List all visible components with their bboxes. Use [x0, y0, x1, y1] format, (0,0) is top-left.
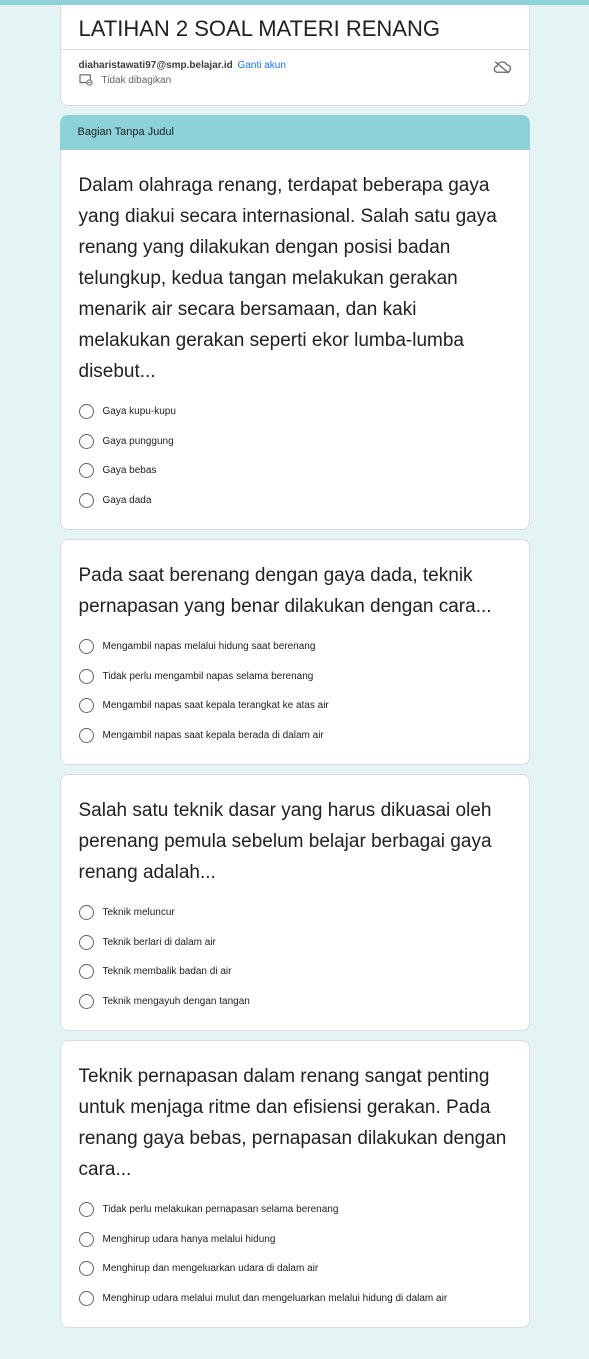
option-label[interactable]: Mengambil napas melalui hidung saat bere…: [103, 641, 316, 652]
option-label[interactable]: Menghirup udara hanya melalui hidung: [103, 1234, 276, 1245]
option-label[interactable]: Tidak perlu melakukan pernapasan selama …: [103, 1204, 339, 1215]
question-text: Pada saat berenang dengan gaya dada, tek…: [78, 565, 492, 617]
radio-button[interactable]: [78, 905, 94, 921]
question-card: Teknik pernapasan dalam renang sangat pe…: [59, 1040, 530, 1328]
radio-button[interactable]: [78, 1231, 94, 1247]
option-label[interactable]: Teknik membalik badan di air: [103, 966, 232, 977]
option-label[interactable]: Gaya punggung: [103, 436, 174, 447]
option-label[interactable]: Gaya bebas: [103, 465, 157, 476]
switch-account-link[interactable]: Ganti akun: [238, 60, 286, 71]
option-row[interactable]: Tidak perlu mengambil napas selama beren…: [78, 662, 511, 692]
option-label[interactable]: Gaya dada: [103, 495, 152, 506]
option-row[interactable]: Teknik berlari di dalam air: [78, 928, 511, 958]
option-row[interactable]: Gaya dada: [78, 486, 511, 516]
form-container: LATIHAN 2 SOAL MATERI RENANG diaharistaw…: [59, 5, 530, 1328]
option-label[interactable]: Teknik meluncur: [103, 907, 175, 918]
option-row[interactable]: Mengambil napas saat kepala berada di da…: [78, 721, 511, 751]
not-shared-icon: [78, 74, 93, 86]
radio-button[interactable]: [78, 433, 94, 449]
option-label[interactable]: Teknik mengayuh dengan tangan: [103, 996, 250, 1007]
option-label[interactable]: Menghirup udara melalui mulut dan mengel…: [103, 1293, 448, 1304]
radio-button[interactable]: [78, 1202, 94, 1218]
cloud-saved-icon: [493, 61, 511, 74]
question-text: Dalam olahraga renang, terdapat beberapa…: [78, 175, 497, 382]
form-header-card: LATIHAN 2 SOAL MATERI RENANG diaharistaw…: [59, 5, 530, 106]
account-row: diaharistawati97@smp.belajar.id Ganti ak…: [61, 50, 529, 74]
option-row[interactable]: Gaya punggung: [78, 427, 511, 457]
option-row[interactable]: Tidak perlu melakukan pernapasan selama …: [78, 1195, 511, 1225]
option-row[interactable]: Gaya bebas: [78, 456, 511, 486]
radio-button[interactable]: [78, 404, 94, 420]
sharing-status: Tidak dibagikan: [61, 72, 529, 86]
radio-button[interactable]: [78, 639, 94, 655]
section-header: Bagian Tanpa Judul: [59, 115, 530, 150]
question-card: Salah satu teknik dasar yang harus dikua…: [59, 774, 530, 1031]
option-row[interactable]: Teknik membalik badan di air: [78, 957, 511, 987]
radio-button[interactable]: [78, 964, 94, 980]
radio-button[interactable]: [78, 492, 94, 508]
option-row[interactable]: Mengambil napas saat kepala terangkat ke…: [78, 691, 511, 721]
option-row[interactable]: Teknik mengayuh dengan tangan: [78, 987, 511, 1017]
option-row[interactable]: Gaya kupu-kupu: [78, 397, 511, 427]
option-label[interactable]: Mengambil napas saat kepala terangkat ke…: [103, 700, 329, 711]
not-shared-label: Tidak dibagikan: [101, 74, 172, 86]
account-email: diaharistawati97@smp.belajar.id: [78, 60, 233, 71]
question-text: Salah satu teknik dasar yang harus dikua…: [78, 800, 492, 883]
question-text: Teknik pernapasan dalam renang sangat pe…: [78, 1066, 507, 1180]
radio-button[interactable]: [78, 727, 94, 743]
radio-button[interactable]: [78, 1290, 94, 1306]
radio-button[interactable]: [78, 668, 94, 684]
question-card: Pada saat berenang dengan gaya dada, tek…: [59, 539, 530, 765]
radio-button[interactable]: [78, 1261, 94, 1277]
option-label[interactable]: Mengambil napas saat kepala berada di da…: [103, 730, 324, 741]
option-row[interactable]: Mengambil napas melalui hidung saat bere…: [78, 632, 511, 662]
option-label[interactable]: Menghirup dan mengeluarkan udara di dala…: [103, 1263, 319, 1274]
radio-button[interactable]: [78, 934, 94, 950]
radio-button[interactable]: [78, 463, 94, 479]
option-label[interactable]: Teknik berlari di dalam air: [103, 937, 216, 948]
option-row[interactable]: Teknik meluncur: [78, 898, 511, 928]
option-row[interactable]: Menghirup udara hanya melalui hidung: [78, 1225, 511, 1255]
option-label[interactable]: Gaya kupu-kupu: [103, 406, 176, 417]
radio-button[interactable]: [78, 993, 94, 1009]
question-card: Dalam olahraga renang, terdapat beberapa…: [59, 150, 530, 530]
option-row[interactable]: Menghirup udara melalui mulut dan mengel…: [78, 1284, 511, 1314]
radio-button[interactable]: [78, 698, 94, 714]
section-title: Bagian Tanpa Judul: [77, 126, 174, 138]
option-row[interactable]: Menghirup dan mengeluarkan udara di dala…: [78, 1254, 511, 1284]
option-label[interactable]: Tidak perlu mengambil napas selama beren…: [103, 671, 314, 682]
form-title: LATIHAN 2 SOAL MATERI RENANG: [60, 5, 529, 50]
